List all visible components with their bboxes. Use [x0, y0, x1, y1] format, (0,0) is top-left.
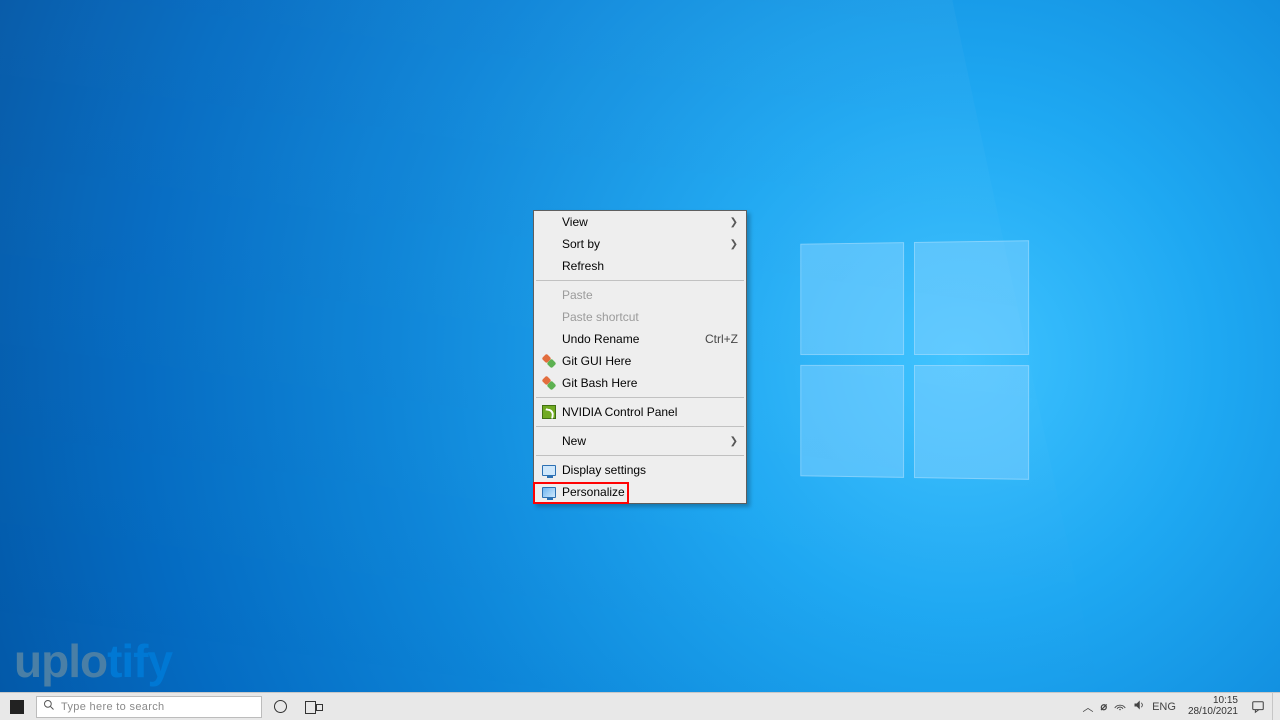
- search-placeholder: Type here to search: [61, 701, 165, 713]
- tray-app-icon[interactable]: ⌀: [1100, 700, 1107, 713]
- menu-label: Refresh: [560, 259, 728, 273]
- menu-label: NVIDIA Control Panel: [560, 405, 728, 419]
- desktop[interactable]: uplotify View ❯ Sort by ❯ Refresh Paste …: [0, 0, 1280, 720]
- submenu-arrow-icon: ❯: [728, 436, 738, 447]
- logo-pane: [800, 242, 904, 355]
- personalize-icon: [538, 484, 560, 500]
- cortana-button[interactable]: [264, 693, 296, 720]
- submenu-arrow-icon: ❯: [728, 239, 738, 250]
- icon-slot: [538, 331, 560, 347]
- windows-logo-wallpaper: [800, 240, 1029, 476]
- tray-overflow-chevron-icon[interactable]: ︿: [1082, 699, 1093, 715]
- search-icon: [43, 699, 55, 714]
- watermark-part2: tify: [107, 635, 172, 687]
- taskbar-right: ︿ ⌀ ENG 10:15 28/10/2021: [1076, 693, 1280, 720]
- menu-item-paste: Paste: [534, 284, 746, 306]
- taskbar-clock[interactable]: 10:15 28/10/2021: [1182, 693, 1244, 720]
- menu-label: Git Bash Here: [560, 376, 728, 390]
- logo-pane: [914, 240, 1029, 355]
- menu-item-nvidia-control-panel[interactable]: NVIDIA Control Panel: [534, 401, 746, 423]
- icon-slot: [538, 433, 560, 449]
- menu-accel: Ctrl+Z: [705, 332, 738, 346]
- menu-item-paste-shortcut: Paste shortcut: [534, 306, 746, 328]
- menu-label: Personalize: [560, 485, 728, 499]
- menu-item-display-settings[interactable]: Display settings: [534, 459, 746, 481]
- taskbar: Type here to search ︿ ⌀ ENG 10:15 28/10/…: [0, 692, 1280, 720]
- menu-item-personalize[interactable]: Personalize: [534, 481, 746, 503]
- nvidia-icon: [538, 404, 560, 420]
- task-view-button[interactable]: [296, 693, 328, 720]
- taskbar-search-box[interactable]: Type here to search: [36, 696, 262, 718]
- start-button[interactable]: [0, 693, 34, 720]
- icon-slot: [538, 309, 560, 325]
- icon-slot: [538, 287, 560, 303]
- menu-item-refresh[interactable]: Refresh: [534, 255, 746, 277]
- menu-label: View: [560, 215, 728, 229]
- cortana-icon: [274, 700, 287, 713]
- show-desktop-button[interactable]: [1272, 693, 1278, 720]
- tray-network-icon[interactable]: [1114, 699, 1126, 714]
- menu-separator: [536, 280, 744, 281]
- menu-label: Undo Rename: [560, 332, 705, 346]
- menu-item-git-gui[interactable]: Git GUI Here: [534, 350, 746, 372]
- icon-slot: [538, 214, 560, 230]
- action-center-button[interactable]: [1244, 693, 1272, 720]
- menu-item-view[interactable]: View ❯: [534, 211, 746, 233]
- menu-label: New: [560, 434, 728, 448]
- menu-separator: [536, 397, 744, 398]
- watermark-part1: uplo: [14, 635, 107, 687]
- menu-separator: [536, 455, 744, 456]
- menu-label: Paste shortcut: [560, 310, 728, 324]
- taskbar-left: Type here to search: [0, 693, 328, 720]
- menu-label: Paste: [560, 288, 728, 302]
- menu-separator: [536, 426, 744, 427]
- menu-item-sort-by[interactable]: Sort by ❯: [534, 233, 746, 255]
- watermark-text: uplotify: [14, 634, 172, 688]
- git-icon: [538, 353, 560, 369]
- logo-pane: [914, 365, 1029, 480]
- menu-item-new[interactable]: New ❯: [534, 430, 746, 452]
- icon-slot: [538, 258, 560, 274]
- menu-label: Sort by: [560, 237, 728, 251]
- display-settings-icon: [538, 462, 560, 478]
- submenu-arrow-icon: ❯: [728, 217, 738, 228]
- desktop-context-menu: View ❯ Sort by ❯ Refresh Paste Paste sho…: [533, 210, 747, 504]
- git-icon: [538, 375, 560, 391]
- tray-language-indicator[interactable]: ENG: [1152, 701, 1176, 713]
- logo-pane: [800, 365, 904, 478]
- icon-slot: [538, 236, 560, 252]
- clock-date: 28/10/2021: [1188, 707, 1238, 718]
- windows-start-icon: [10, 700, 24, 714]
- system-tray: ︿ ⌀ ENG: [1076, 693, 1181, 720]
- clock-time: 10:15: [1213, 696, 1238, 707]
- menu-label: Git GUI Here: [560, 354, 728, 368]
- task-view-icon: [305, 701, 319, 712]
- menu-label: Display settings: [560, 463, 728, 477]
- menu-item-undo-rename[interactable]: Undo Rename Ctrl+Z: [534, 328, 746, 350]
- notification-icon: [1251, 700, 1265, 714]
- menu-item-git-bash[interactable]: Git Bash Here: [534, 372, 746, 394]
- tray-volume-icon[interactable]: [1133, 699, 1145, 714]
